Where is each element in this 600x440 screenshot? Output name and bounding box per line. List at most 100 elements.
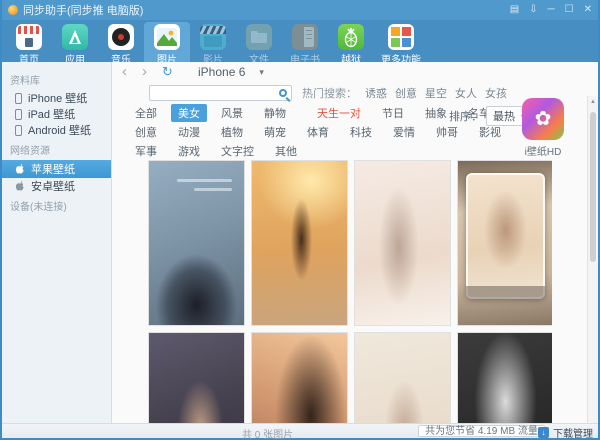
wallpaper-thumbnail[interactable] — [457, 332, 552, 423]
ipad-icon — [15, 109, 22, 120]
category-other[interactable]: 其他 — [268, 142, 304, 160]
wallpaper-thumbnail[interactable] — [148, 332, 245, 423]
category-typography[interactable]: 文字控 — [214, 142, 261, 160]
statusbar: 共 0 张图片 共为您节省 4.19 MB 流量 ↓ 下载管理 — [2, 423, 598, 438]
sidebar-section-device: 设备(未连接) — [2, 194, 111, 216]
tab-ebook[interactable]: 电子书 — [282, 22, 328, 67]
category-creative[interactable]: 创意 — [128, 123, 164, 141]
wallpaper-thumbnail[interactable] — [251, 160, 348, 326]
jailbreak-icon — [338, 24, 364, 50]
category-perfect-pair[interactable]: 天生一对 — [310, 104, 368, 122]
grid-row — [148, 332, 552, 423]
sidebar-section-library: 资料库 — [2, 68, 111, 90]
category-games[interactable]: 游戏 — [171, 142, 207, 160]
sidebar-item-android-wallpaper[interactable]: 安卓壁纸 — [2, 178, 111, 194]
wallpaper-thumbnail[interactable] — [251, 332, 348, 423]
home-icon — [16, 24, 42, 50]
category-still-life[interactable]: 静物 — [257, 104, 293, 122]
category-beauty[interactable]: 美女 — [171, 104, 207, 122]
app-window: 同步助手(同步推 电脑版) ▤ ⇩ ─ ☐ ✕ 首页 应用 音乐 — [0, 0, 600, 440]
device-dropdown[interactable]: iPhone 6 ▾ — [198, 65, 264, 79]
promo-app[interactable]: ✿ i壁纸HD — [520, 98, 566, 158]
image-count: 共 0 张图片 — [242, 426, 293, 440]
iphone-icon — [15, 93, 22, 104]
maximize-button[interactable]: ☐ — [565, 0, 574, 20]
sidebar-item-android-wallpaper-lib[interactable]: Android 壁纸 — [2, 122, 111, 138]
wallpaper-thumbnail[interactable] — [354, 332, 451, 423]
wallpaper-thumbnail[interactable] — [354, 160, 451, 326]
ebook-icon — [292, 24, 318, 50]
tab-files[interactable]: 文件 — [236, 22, 282, 67]
category-all[interactable]: 全部 — [128, 104, 164, 122]
tab-more[interactable]: 更多功能 — [374, 22, 428, 67]
android-device-icon — [15, 125, 22, 136]
tab-apps[interactable]: 应用 — [52, 22, 98, 67]
apps-icon — [62, 24, 88, 50]
scrollbar-thumb[interactable] — [590, 112, 596, 262]
hot-search-term[interactable]: 星空 — [425, 88, 447, 100]
tab-video[interactable]: 影片 — [190, 22, 236, 67]
category-military[interactable]: 军事 — [128, 142, 164, 160]
category-festival[interactable]: 节日 — [375, 104, 411, 122]
hot-search: 热门搜索：诱惑创意星空女人女孩 — [302, 85, 507, 101]
hot-search-term[interactable]: 创意 — [395, 88, 417, 100]
tab-music[interactable]: 音乐 — [98, 22, 144, 67]
download-icon: ↓ — [538, 427, 549, 438]
device-dropdown-value: iPhone 6 — [198, 65, 245, 79]
video-icon — [200, 24, 226, 50]
sidebar-item-label: 苹果壁纸 — [31, 161, 75, 177]
tab-pictures[interactable]: 图片 — [144, 22, 190, 67]
back-button[interactable]: ‹ — [122, 63, 142, 81]
flower-icon: ✿ — [535, 109, 552, 129]
download-manager-button[interactable]: ↓ 下载管理 — [538, 425, 593, 440]
search-input[interactable] — [150, 86, 291, 100]
music-icon — [108, 24, 134, 50]
category-scenery[interactable]: 风景 — [214, 104, 250, 122]
content-area: 资料库 iPhone 壁纸 iPad 壁纸 Android 壁纸 网络资源 苹果… — [2, 62, 598, 423]
category-plants[interactable]: 植物 — [214, 123, 250, 141]
hot-search-term[interactable]: 女人 — [455, 88, 477, 100]
files-icon — [246, 24, 272, 50]
pictures-icon — [154, 24, 180, 50]
promo-app-name: i壁纸HD — [520, 143, 566, 158]
sidebar-item-iphone-wallpaper[interactable]: iPhone 壁纸 — [2, 90, 111, 106]
more-features-icon — [388, 24, 414, 50]
sidebar-item-label: iPad 壁纸 — [28, 106, 75, 122]
hot-search-term[interactable]: 诱惑 — [365, 88, 387, 100]
window-title: 同步助手(同步推 电脑版) — [23, 2, 143, 18]
tab-jailbreak[interactable]: 越狱 — [328, 22, 374, 67]
sort-label: 排序： — [449, 108, 482, 124]
iwallpaper-hd-icon: ✿ — [522, 98, 564, 140]
hot-search-term[interactable]: 女孩 — [485, 88, 507, 100]
tray-icon[interactable]: ⇩ — [529, 0, 537, 20]
category-anime[interactable]: 动漫 — [171, 123, 207, 141]
sidebar-item-apple-wallpaper[interactable]: 苹果壁纸 — [2, 160, 111, 178]
wallpaper-thumbnail[interactable] — [148, 160, 245, 326]
refresh-button[interactable]: ↻ — [162, 64, 186, 80]
sidebar: 资料库 iPhone 壁纸 iPad 壁纸 Android 壁纸 网络资源 苹果… — [2, 62, 112, 423]
sidebar-item-label: Android 壁纸 — [28, 122, 91, 138]
sidebar-item-label: iPhone 壁纸 — [28, 90, 87, 106]
category-tech[interactable]: 科技 — [343, 123, 379, 141]
skin-icon[interactable]: ▤ — [510, 0, 519, 20]
category-filters: 全部 美女 风景 静物 天生一对 节日 抽象 名车 潮流 创意 动漫 植物 萌宠… — [128, 104, 458, 161]
category-sports[interactable]: 体育 — [300, 123, 336, 141]
wallpaper-thumbnail-hovered[interactable] — [457, 160, 552, 326]
forward-button[interactable]: › — [142, 63, 162, 81]
tab-home[interactable]: 首页 — [6, 22, 52, 67]
scrollbar[interactable]: ▲ — [587, 96, 598, 423]
search-icon[interactable] — [279, 89, 287, 97]
hover-preview-watermark-wrap — [466, 173, 545, 299]
minimize-button[interactable]: ─ — [548, 0, 555, 20]
scroll-up-icon[interactable]: ▲ — [588, 96, 598, 105]
category-love[interactable]: 爱情 — [386, 123, 422, 141]
android-icon — [15, 180, 25, 192]
sidebar-item-ipad-wallpaper[interactable]: iPad 壁纸 — [2, 106, 111, 122]
category-pets[interactable]: 萌宠 — [257, 123, 293, 141]
sort-dropdown-value: 最热 — [493, 108, 515, 124]
close-button[interactable]: ✕ — [584, 0, 592, 20]
photo-text-overlay — [194, 188, 232, 191]
main-panel: ‹ › ↻ iPhone 6 ▾ 热门搜索：诱惑创意星空女人女孩 — [112, 62, 598, 423]
browser-toolbar: ‹ › ↻ iPhone 6 ▾ — [112, 62, 598, 82]
window-controls: ▤ ⇩ ─ ☐ ✕ — [510, 0, 592, 20]
